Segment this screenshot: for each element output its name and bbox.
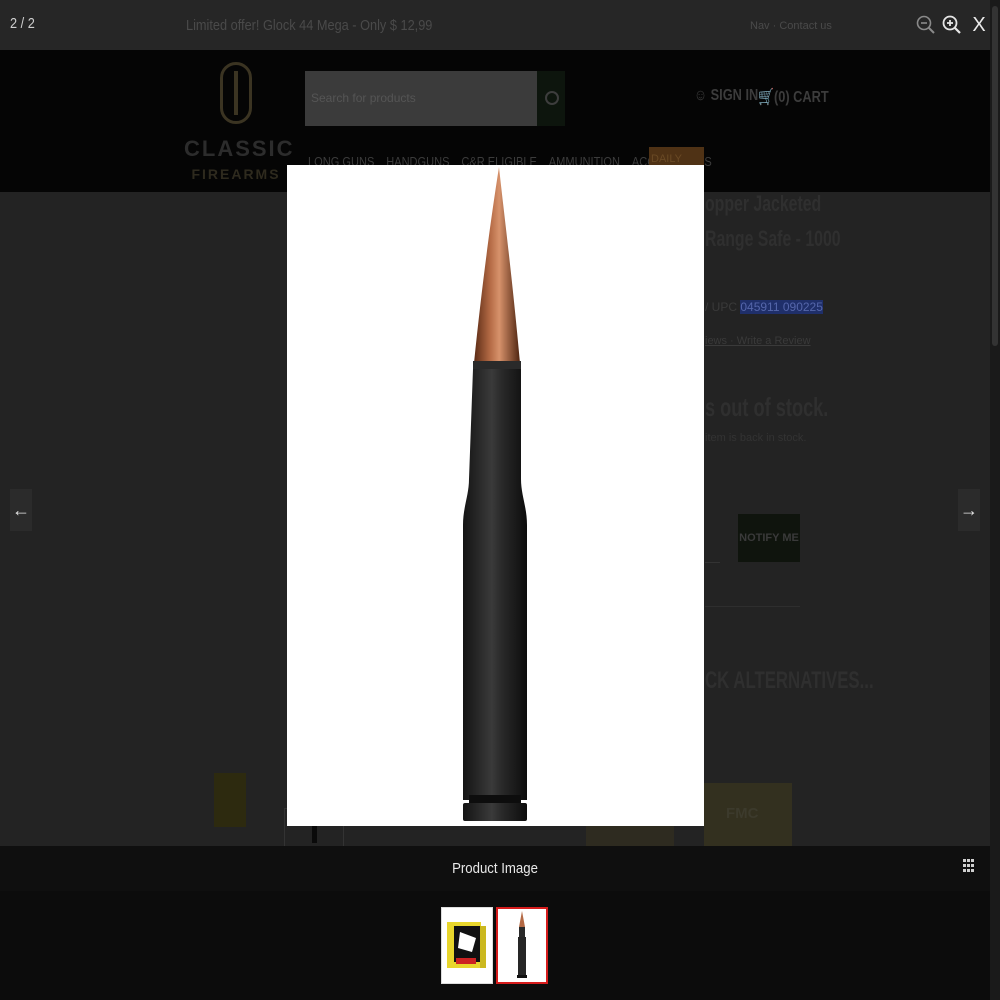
thumbnail-strip: [0, 891, 990, 1000]
logo-mark-icon: [220, 62, 252, 124]
background-back-in-stock: item is back in stock.: [705, 432, 807, 444]
logo-word-classic: CLASSIC: [184, 136, 295, 161]
background-divider: [705, 606, 800, 607]
arrow-right-icon: →: [960, 500, 978, 520]
background-email-field: [705, 562, 720, 563]
background-alternatives-heading: CK ALTERNATIVES...: [705, 667, 874, 694]
ammo-box-image: [447, 922, 486, 968]
scrollbar-thumb[interactable]: [992, 6, 998, 346]
search-placeholder: Search for products: [311, 91, 416, 105]
background-top-links: Nav · Contact us: [750, 20, 832, 32]
cartridge-thumbnail-image: [517, 911, 527, 978]
site-logo: CLASSIC FIREARMS: [184, 62, 295, 187]
grid-icon[interactable]: [963, 859, 975, 877]
arrow-left-icon: ←: [12, 500, 30, 520]
background-search-input: Search for products: [305, 71, 537, 126]
logo-word-firearms: FIREARMS: [191, 166, 281, 182]
main-product-image[interactable]: [287, 165, 704, 826]
background-search-icon: [537, 71, 565, 126]
image-counter: 2 / 2: [10, 15, 35, 32]
background-sign-in: ☺ SIGN IN: [694, 87, 759, 104]
background-promo-text: Limited offer! Glock 44 Mega - Only $ 12…: [186, 17, 433, 34]
background-product-title: opper Jacketed Range Safe - 1000: [705, 191, 841, 251]
caption-bar: Product Image: [0, 846, 990, 891]
background-upc: / UPC 045911 090225: [705, 300, 823, 314]
background-review-links: iews · Write a Review: [705, 335, 811, 347]
zoom-in-icon[interactable]: [941, 14, 963, 36]
thumbnail-ammo-box[interactable]: [441, 907, 493, 984]
background-thumbnail: [214, 773, 246, 827]
background-topbar: [0, 0, 990, 50]
previous-image-button[interactable]: ←: [10, 489, 32, 531]
image-caption: Product Image: [452, 860, 538, 877]
cartridge-image: [463, 167, 527, 821]
background-out-of-stock: s out of stock.: [705, 392, 829, 422]
close-button[interactable]: X: [968, 14, 990, 36]
background-notify-button: NOTIFY ME: [738, 514, 800, 562]
zoom-out-icon[interactable]: [915, 14, 937, 36]
background-cart: 🛒(0) CART: [758, 89, 829, 106]
thumbnail-cartridge[interactable]: [496, 907, 548, 984]
next-image-button[interactable]: →: [958, 489, 980, 531]
